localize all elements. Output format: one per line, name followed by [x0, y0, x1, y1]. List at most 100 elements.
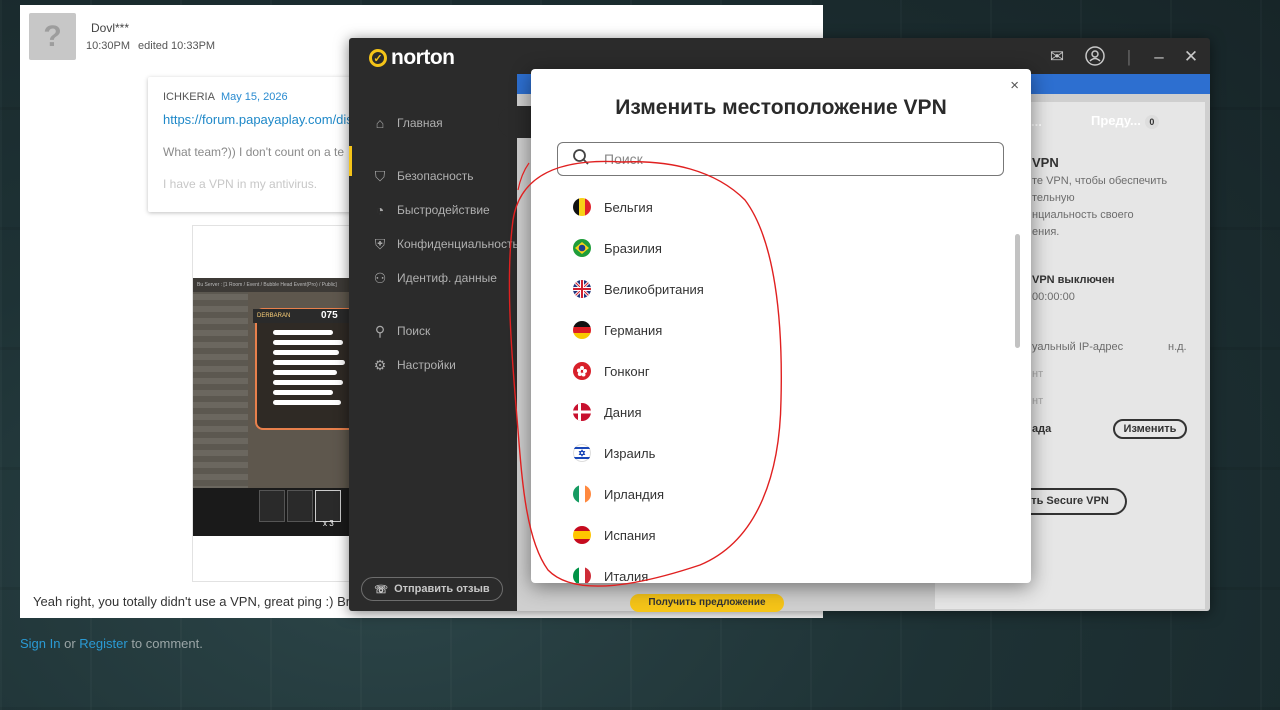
feedback-icon: ☏	[374, 583, 389, 596]
register-link[interactable]: Register	[79, 636, 127, 651]
nav-item-settings[interactable]: ⚙ Настройки	[371, 353, 456, 377]
search-box[interactable]	[557, 142, 1004, 176]
vpn-timer: 00:00:00	[1032, 291, 1075, 303]
belgium-flag-icon	[573, 198, 591, 216]
redaction-scribble	[273, 370, 337, 375]
tab-label: Преду...	[1091, 113, 1141, 128]
quote-author[interactable]: ICHKERIA	[163, 91, 215, 103]
get-offer-button[interactable]: Получить предложение	[630, 594, 784, 612]
game-wall	[193, 292, 248, 492]
game-skill-icon	[259, 490, 285, 522]
country-label: Гонконг	[604, 363, 650, 379]
vpn-desc: тельную	[1032, 192, 1075, 204]
game-skill-icon	[315, 490, 341, 522]
country-item-israel[interactable]: Израиль	[573, 441, 655, 465]
ireland-flag-icon	[573, 485, 591, 503]
quote-text-faded: I have a VPN in my antivirus.	[163, 177, 318, 191]
signin-or: or	[60, 636, 80, 651]
signin-link[interactable]: Sign In	[20, 636, 60, 651]
country-item-ireland[interactable]: Ирландия	[573, 482, 664, 506]
nav-item-performance[interactable]: ◔ Быстродействие	[371, 198, 490, 222]
norton-logo: ✓ norton	[369, 46, 455, 70]
game-score: 075	[321, 310, 338, 321]
close-icon[interactable]: ✕	[1179, 46, 1203, 68]
redaction-scribble	[273, 400, 341, 405]
country-label: Италия	[604, 568, 649, 584]
nav-label: Безопасность	[397, 169, 474, 183]
country-item-italy[interactable]: Италия	[573, 564, 648, 583]
post-author[interactable]: Dovl***	[91, 21, 129, 35]
country-label: Дания	[604, 404, 642, 420]
vpn-location-dialog: × Изменить местоположение VPN Бельгия Бр…	[531, 69, 1031, 583]
nav-label: Идентиф. данные	[397, 271, 497, 285]
country-label: Испания	[604, 527, 656, 543]
nav-item-security[interactable]: ⛉ Безопасность	[371, 164, 474, 188]
gauge-icon: ◔	[375, 202, 385, 218]
tab-warnings[interactable]: Преду... 0	[1091, 113, 1159, 129]
country-label: Бельгия	[604, 199, 653, 215]
country-item-denmark[interactable]: Дания	[573, 400, 642, 424]
attached-screenshot[interactable]: Bu Server : [1 Room / Event / Bubble Hea…	[192, 225, 372, 582]
privacy-shield-icon: ⛨	[374, 235, 386, 252]
germany-flag-icon	[573, 321, 591, 339]
post-edited: edited 10:33PM	[138, 40, 216, 52]
region-label: ада	[1032, 423, 1052, 435]
virtual-ip-label: уальный IP-адрес	[1032, 341, 1124, 353]
quote-link[interactable]: https://forum.papayaplay.com/dis	[163, 112, 353, 127]
avatar[interactable]: ?	[29, 13, 76, 60]
redaction-scribble	[273, 350, 339, 355]
tab-previous[interactable]: ...	[1031, 114, 1042, 129]
nav-item-identity[interactable]: ⚇ Идентиф. данные	[371, 266, 497, 290]
list-scrollbar[interactable]	[1015, 234, 1020, 348]
vpn-status: VPN выключен	[1032, 274, 1115, 286]
search-input[interactable]	[602, 150, 986, 168]
faint-row: нт	[1032, 368, 1044, 380]
game-player-name: DERBARAN	[257, 313, 291, 319]
home-icon: ⌂	[375, 115, 385, 131]
change-location-button[interactable]: Изменить	[1113, 419, 1187, 439]
redaction-scribble	[273, 340, 343, 345]
game-multiplier: x 3	[323, 519, 334, 528]
quote-text: What team?)) I don't count on a te	[163, 145, 345, 159]
country-label: Ирландия	[604, 486, 665, 502]
norton-brand: norton	[391, 46, 455, 69]
post-timestamp: 10:30PM edited 10:33PM	[86, 40, 215, 52]
secure-vpn-button[interactable]: ть Secure VPN	[1015, 488, 1127, 515]
gear-icon: ⚙	[373, 356, 387, 373]
country-item-germany[interactable]: Германия	[573, 318, 662, 342]
nav-label: Главная	[397, 116, 443, 130]
dialog-title: Изменить местоположение VPN	[615, 96, 947, 119]
nav-label: Быстродействие	[397, 203, 490, 217]
nav-item-search[interactable]: ⚲ Поиск	[371, 319, 430, 343]
quote-header: ICHKERIA May 15, 2026	[163, 91, 288, 103]
denmark-flag-icon	[573, 403, 591, 421]
account-icon[interactable]	[1083, 46, 1107, 68]
redaction-scribble	[273, 360, 345, 365]
game-screenshot: Bu Server : [1 Room / Event / Bubble Hea…	[193, 278, 371, 536]
italy-flag-icon	[573, 567, 591, 583]
minimize-icon[interactable]: –	[1147, 46, 1171, 68]
mail-icon[interactable]: ✉	[1045, 46, 1069, 68]
game-skill-icon	[287, 490, 313, 522]
quote-date[interactable]: May 15, 2026	[221, 91, 288, 103]
country-item-hongkong[interactable]: Гонконг	[573, 359, 650, 383]
norton-check-icon: ✓	[369, 49, 387, 67]
redaction-scribble	[273, 390, 333, 395]
feedback-button[interactable]: ☏ Отправить отзыв	[361, 577, 503, 601]
title-divider: |	[1126, 47, 1132, 66]
nav-item-home[interactable]: ⌂ Главная	[371, 111, 443, 135]
game-topbar: Bu Server : [1 Room / Event / Bubble Hea…	[193, 278, 371, 292]
country-item-uk[interactable]: Великобритания	[573, 277, 704, 301]
country-item-brazil[interactable]: Бразилия	[573, 236, 662, 260]
country-item-belgium[interactable]: Бельгия	[573, 195, 653, 219]
post-time: 10:30PM	[86, 40, 131, 52]
nav-label: Конфиденциальность	[397, 237, 519, 251]
vpn-desc: нциальность своего	[1032, 209, 1134, 221]
nav-label: Поиск	[397, 324, 431, 338]
close-icon[interactable]: ×	[1010, 77, 1019, 94]
vpn-heading: VPN	[1032, 155, 1059, 170]
uk-flag-icon	[573, 280, 591, 298]
nav-item-privacy[interactable]: ⛨ Конфиденциальность	[371, 232, 519, 256]
country-item-spain[interactable]: Испания	[573, 523, 656, 547]
country-label: Израиль	[604, 445, 656, 461]
